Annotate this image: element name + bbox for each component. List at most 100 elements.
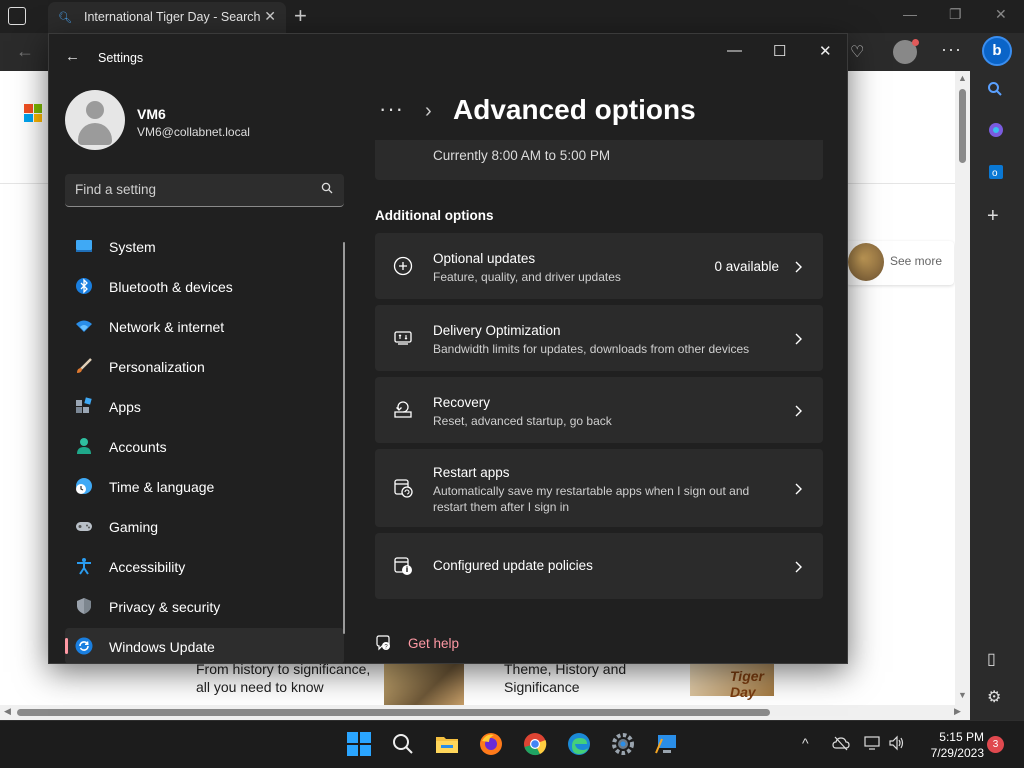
sidebar-item-label: Gaming — [109, 519, 159, 535]
recovery-row[interactable]: Recovery Reset, advanced startup, go bac… — [375, 377, 823, 443]
settings-back-icon[interactable]: ← — [65, 48, 80, 65]
notification-badge[interactable]: 3 — [987, 736, 1004, 753]
news-card-text-2[interactable]: Theme, History and Significance — [504, 660, 626, 696]
sidebar-item-accounts[interactable]: Accounts — [65, 428, 344, 464]
scroll-right-icon[interactable]: ▶ — [954, 706, 961, 717]
gamepad-icon — [76, 522, 92, 531]
accessibility-icon — [77, 558, 91, 575]
plus-circle-icon — [393, 256, 413, 276]
search-icon[interactable] — [321, 182, 333, 194]
avatar[interactable] — [65, 90, 125, 150]
option-subtitle: Automatically save my restartable apps w… — [433, 484, 750, 514]
sidebar-item-personalization[interactable]: Personalization — [65, 348, 344, 384]
browser-back-icon[interactable]: ← — [16, 41, 34, 62]
sidebar-add-icon[interactable]: + — [987, 205, 999, 228]
active-hours-card[interactable]: Currently 8:00 AM to 5:00 PM — [375, 140, 823, 180]
sidebar-item-label: Accounts — [109, 439, 167, 455]
cloud-offline-icon[interactable] — [832, 735, 850, 751]
file-explorer-icon[interactable] — [434, 731, 460, 757]
tiger-news-image[interactable] — [384, 660, 464, 706]
find-setting-box[interactable] — [65, 174, 344, 207]
browser-close-icon[interactable]: ✕ — [995, 6, 1007, 23]
sidebar-item-label: System — [109, 239, 156, 255]
more-options-icon[interactable]: ··· — [941, 39, 962, 60]
taskbar-clock[interactable]: 5:15 PM 7/29/2023 — [914, 729, 984, 761]
settings-taskbar-icon[interactable] — [610, 731, 636, 757]
sidebar-item-bluetooth[interactable]: Bluetooth & devices — [65, 268, 344, 304]
sidebar-item-system[interactable]: System — [65, 228, 344, 264]
search-input[interactable] — [75, 182, 305, 197]
horizontal-scroll-thumb[interactable] — [17, 709, 770, 716]
sidebar-item-gaming[interactable]: Gaming — [65, 508, 344, 544]
search-favicon-icon: 🔍︎ — [58, 12, 72, 24]
browser-minimize-icon[interactable]: — — [903, 6, 917, 22]
page-vertical-scrollbar[interactable]: ▲ ▼ — [955, 71, 970, 705]
health-extension-icon[interactable]: ♡ — [850, 42, 864, 62]
sidebar-item-label: Windows Update — [109, 639, 215, 655]
sidebar-outlook-icon[interactable]: o — [987, 163, 1005, 186]
update-icon — [75, 637, 93, 655]
see-more-card[interactable]: See more — [846, 241, 954, 285]
settings-window: ← Settings — ☐ ✕ VM6 VM6@collabnet.local… — [48, 33, 848, 664]
option-title: Optional updates — [433, 251, 536, 266]
scroll-up-icon[interactable]: ▲ — [958, 73, 967, 83]
remote-desktop-icon[interactable] — [654, 731, 680, 757]
new-tab-icon[interactable]: + — [294, 3, 307, 29]
option-subtitle: Feature, quality, and driver updates — [433, 270, 621, 284]
browser-tab-search[interactable]: 🔍︎ International Tiger Day - Search ✕ — [48, 2, 286, 33]
sidebar-toggle-icon[interactable]: ▯ — [987, 649, 996, 669]
nav-scrollbar[interactable] — [343, 242, 345, 634]
show-hidden-icons-icon[interactable]: ^ — [802, 735, 809, 751]
restart-apps-row[interactable]: Restart apps Automatically save my resta… — [375, 449, 823, 527]
maximize-icon[interactable]: ☐ — [773, 42, 786, 60]
news-card-text-1[interactable]: From history to significance, all you ne… — [196, 660, 370, 696]
taskbar-search-icon[interactable] — [390, 731, 416, 757]
get-help-label: Get help — [408, 636, 460, 651]
sidebar-item-time-language[interactable]: Time & language — [65, 468, 344, 504]
sidebar-item-accessibility[interactable]: Accessibility — [65, 548, 344, 584]
sidebar-settings-icon[interactable]: ⚙ — [987, 687, 1001, 707]
option-title: Configured update policies — [433, 558, 593, 573]
wifi-icon — [76, 320, 92, 332]
start-windows-icon[interactable] — [346, 731, 372, 757]
sidebar-item-privacy[interactable]: Privacy & security — [65, 588, 344, 624]
minimize-icon[interactable]: — — [727, 42, 742, 59]
close-tab-icon[interactable]: ✕ — [264, 8, 276, 25]
shield-icon — [77, 598, 91, 614]
sidebar-item-label: Apps — [109, 399, 141, 415]
delivery-optimization-row[interactable]: Delivery Optimization Bandwidth limits f… — [375, 305, 823, 371]
tiger-day-logo-image[interactable]: Tiger Day — [690, 660, 774, 700]
firefox-icon[interactable] — [478, 731, 504, 757]
profile-avatar[interactable] — [893, 39, 919, 64]
delivery-optimization-icon — [394, 331, 412, 345]
volume-icon[interactable] — [888, 735, 906, 751]
option-title: Restart apps — [433, 465, 510, 480]
optional-updates-row[interactable]: Optional updates Feature, quality, and d… — [375, 233, 823, 299]
sidebar-copilot-icon[interactable] — [987, 121, 1005, 144]
browser-restore-icon[interactable]: ❐ — [949, 6, 962, 23]
option-subtitle: Reset, advanced startup, go back — [433, 414, 612, 428]
vertical-scroll-thumb[interactable] — [959, 89, 966, 163]
sidebar-item-network[interactable]: Network & internet — [65, 308, 344, 344]
scroll-left-icon[interactable]: ◀ — [4, 706, 11, 717]
chevron-right-icon — [795, 333, 802, 345]
clock-time: 5:15 PM — [939, 730, 984, 744]
option-title: Recovery — [433, 395, 491, 410]
edge-icon[interactable] — [566, 731, 592, 757]
tab-actions-icon[interactable] — [8, 7, 26, 25]
system-icon — [76, 240, 92, 252]
bing-chat-icon[interactable]: b — [982, 36, 1012, 66]
help-icon: ? — [376, 635, 390, 651]
restart-apps-icon — [394, 479, 413, 498]
breadcrumb-overflow-icon[interactable]: ··· — [379, 96, 404, 122]
sidebar-item-windows-update[interactable]: Windows Update — [65, 628, 344, 663]
sidebar-item-apps[interactable]: Apps — [65, 388, 344, 424]
sidebar-search-icon[interactable] — [987, 81, 1003, 102]
configured-update-policies-row[interactable]: Configured update policies — [375, 533, 823, 599]
close-icon[interactable]: ✕ — [819, 42, 832, 60]
page-horizontal-scrollbar[interactable]: ◀ ▶ — [0, 705, 970, 720]
chrome-icon[interactable] — [522, 731, 548, 757]
scroll-down-icon[interactable]: ▼ — [958, 690, 967, 700]
network-icon[interactable] — [864, 735, 882, 751]
chevron-right-icon — [795, 561, 802, 573]
